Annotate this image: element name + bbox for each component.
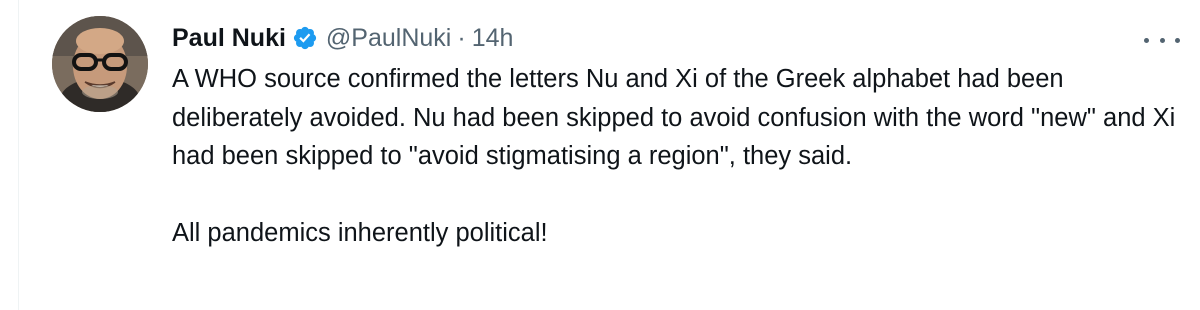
author-name[interactable]: Paul Nuki bbox=[172, 20, 286, 56]
tweet-text: A WHO source confirmed the letters Nu an… bbox=[172, 60, 1182, 253]
tweet[interactable]: Paul Nuki @PaulNuki · 14h A WHO source c… bbox=[0, 0, 1200, 310]
tweet-paragraph: A WHO source confirmed the letters Nu an… bbox=[172, 65, 1176, 170]
tweet-paragraph: All pandemics inherently political! bbox=[172, 219, 548, 247]
more-dot bbox=[1144, 37, 1149, 43]
avatar-image bbox=[52, 16, 148, 112]
tweet-header: Paul Nuki @PaulNuki · 14h bbox=[172, 20, 513, 56]
tweet-timestamp[interactable]: 14h bbox=[472, 20, 514, 56]
more-dot bbox=[1159, 37, 1165, 43]
more-options-icon[interactable] bbox=[1144, 30, 1180, 50]
separator-dot: · bbox=[457, 24, 466, 52]
author-handle[interactable]: @PaulNuki bbox=[326, 20, 451, 56]
verified-badge-icon bbox=[293, 26, 317, 50]
avatar[interactable] bbox=[52, 16, 148, 112]
more-dot bbox=[1175, 37, 1180, 43]
